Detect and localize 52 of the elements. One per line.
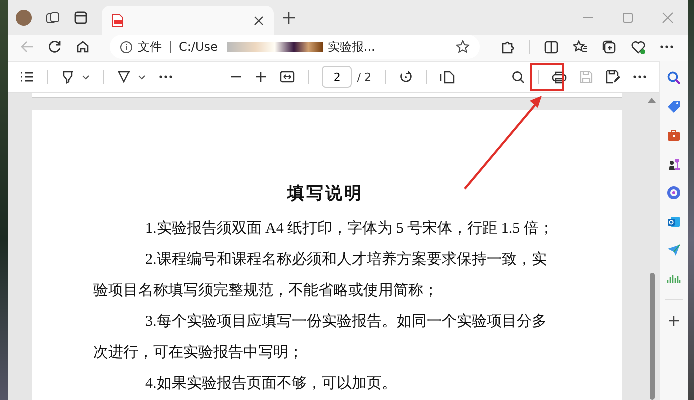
puzzle-icon[interactable] (500, 40, 515, 54)
more-icon[interactable] (159, 75, 173, 79)
home-icon[interactable] (76, 40, 90, 54)
rotate-icon[interactable] (398, 70, 413, 84)
instruction-paragraph: 3.每个实验项目应填写一份实验报告。如同一个实验项目分多次进行，可在实验报告中写明； (94, 312, 548, 363)
instruction-paragraph: 4.如果实验报告页面不够，可以加页。 (144, 374, 398, 394)
workspaces-icon[interactable] (46, 10, 60, 24)
bar-chart-icon[interactable] (667, 272, 681, 284)
heart-pulse-icon[interactable] (631, 40, 646, 54)
add-icon[interactable] (668, 315, 680, 327)
chess-pieces-icon[interactable] (667, 157, 681, 171)
pdf-file-icon (112, 14, 124, 28)
more-icon[interactable] (660, 45, 674, 49)
zoom-in-icon[interactable] (255, 71, 268, 83)
url-text: C:/Use (179, 40, 218, 54)
pen-icon[interactable] (117, 70, 131, 84)
print-icon[interactable] (552, 70, 568, 84)
save-as-icon[interactable] (606, 70, 620, 84)
briefcase-icon[interactable] (667, 129, 681, 142)
instruction-paragraph: 1.实验报告须双面 A4 纸打印，字体为 5 号宋体，行距 1.5 倍； (144, 219, 555, 239)
tag-icon[interactable] (667, 100, 681, 114)
instruction-paragraph: 2.课程编号和课程名称必须和人才培养方案要求保持一致，实验项目名称填写须完整规范，不能省略或使用简称； (94, 250, 548, 301)
tab-actions-icon[interactable] (74, 10, 88, 24)
more-icon[interactable] (633, 75, 648, 79)
scheme-label: 文件 (138, 38, 162, 56)
profile-avatar-icon[interactable] (16, 10, 32, 26)
document-heading: 填写说明 (286, 183, 364, 206)
refresh-icon[interactable] (48, 40, 62, 54)
caret-icon[interactable] (138, 74, 146, 80)
caret-icon[interactable] (82, 74, 90, 80)
ring-app-icon[interactable] (667, 186, 681, 200)
page-view-icon[interactable] (440, 70, 455, 84)
info-icon (120, 40, 133, 54)
search-icon[interactable] (512, 70, 526, 84)
page-title-text: 实验报... (328, 38, 376, 56)
highlighter-icon[interactable] (61, 70, 75, 84)
mail-app-icon[interactable] (667, 215, 681, 229)
page-total-label: / 2 (357, 70, 372, 84)
star-icon[interactable] (456, 40, 470, 54)
contents-list-icon[interactable] (20, 71, 34, 83)
scrollbar-thumb[interactable] (650, 273, 654, 400)
collections-icon[interactable] (602, 40, 617, 54)
new-tab-icon[interactable] (282, 10, 296, 24)
split-screen-icon[interactable] (544, 40, 559, 54)
fit-width-icon[interactable] (280, 71, 296, 83)
search-icon[interactable] (667, 71, 681, 85)
address-field[interactable]: 文件 C:/Use 实验报... (110, 35, 480, 59)
close-icon[interactable] (254, 16, 264, 26)
paper-plane-icon[interactable] (667, 244, 681, 257)
scroll-up-icon[interactable] (648, 97, 656, 103)
favorites-icon[interactable] (573, 40, 588, 54)
page-number-field[interactable]: 2 (322, 66, 352, 88)
